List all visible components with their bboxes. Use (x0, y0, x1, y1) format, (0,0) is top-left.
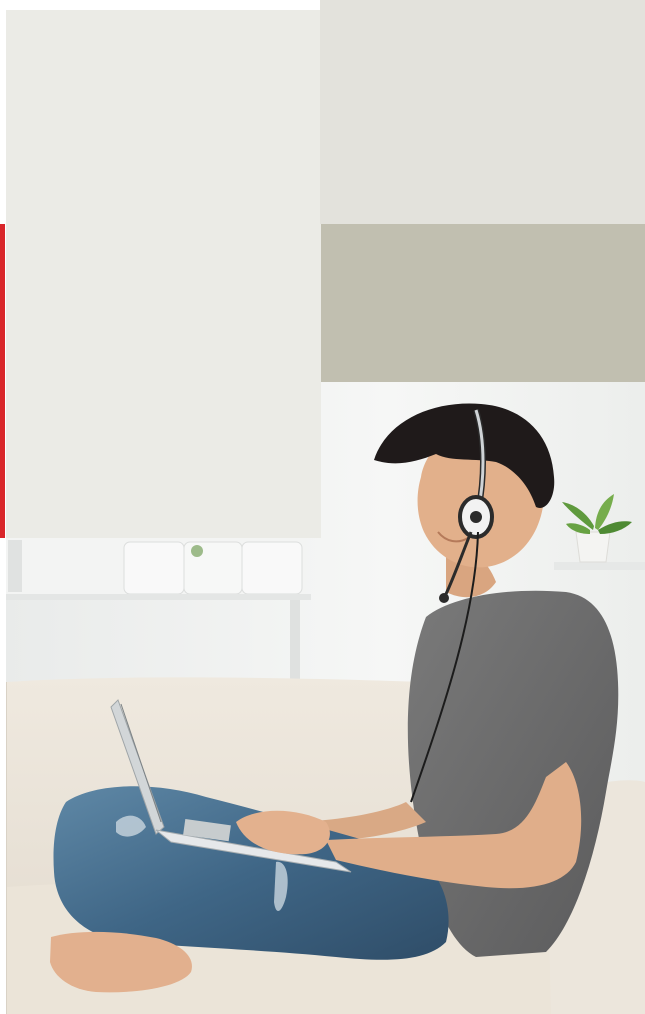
accent-bar (0, 224, 5, 538)
top-right-panel (320, 0, 645, 224)
top-left-panel (6, 10, 320, 224)
taupe-panel (321, 224, 645, 382)
mid-left-panel (6, 224, 321, 538)
plant-bud (191, 545, 203, 557)
page (0, 0, 645, 1014)
